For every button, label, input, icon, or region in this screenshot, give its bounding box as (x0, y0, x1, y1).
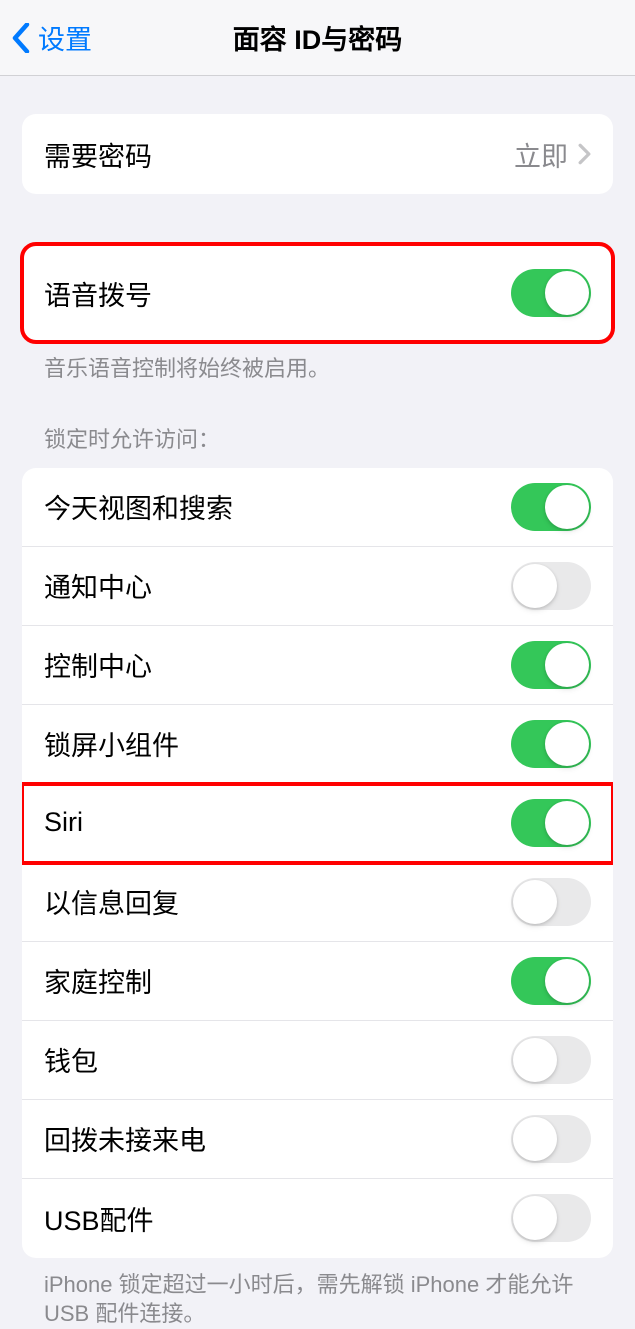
lock-access-row: 以信息回复 (22, 863, 613, 942)
lock-access-toggle[interactable] (511, 720, 591, 768)
toggle-knob (545, 722, 589, 766)
toggle-knob (513, 1117, 557, 1161)
passcode-group: 需要密码 立即 (22, 114, 613, 194)
voice-dial-footnote: 音乐语音控制将始终被启用。 (22, 342, 613, 384)
toggle-knob (513, 1196, 557, 1240)
toggle-knob (545, 959, 589, 1003)
lock-access-group: 今天视图和搜索通知中心控制中心锁屏小组件 Siri 以信息回复家庭控制钱包回拨未接来… (22, 468, 613, 1258)
toggle-knob (545, 801, 589, 845)
toggle-knob (545, 271, 589, 315)
lock-access-toggle[interactable] (511, 878, 591, 926)
nav-bar: 设置 面容 ID与密码 (0, 0, 635, 76)
back-label: 设置 (38, 18, 92, 57)
toggle-knob (545, 485, 589, 529)
lock-access-label: 回拨未接来电 (44, 1119, 206, 1158)
lock-access-label: 以信息回复 (44, 882, 179, 921)
lock-access-toggle[interactable] (511, 957, 591, 1005)
lock-access-toggle[interactable] (511, 799, 591, 847)
voice-dial-label: 语音拨号 (44, 274, 152, 313)
toggle-knob (545, 643, 589, 687)
lock-access-label: 通知中心 (44, 566, 152, 605)
back-button[interactable]: 设置 (0, 18, 92, 57)
voice-dial-row: 语音拨号 (22, 244, 613, 342)
lock-access-toggle[interactable] (511, 641, 591, 689)
lock-access-toggle[interactable] (511, 562, 591, 610)
lock-access-header: 锁定时允许访问： (22, 422, 613, 468)
lock-access-label: 控制中心 (44, 645, 152, 684)
lock-access-row: Siri (22, 784, 613, 863)
toggle-knob (513, 880, 557, 924)
toggle-knob (513, 1038, 557, 1082)
lock-access-label: 家庭控制 (44, 961, 152, 1000)
page-title: 面容 ID与密码 (0, 18, 635, 57)
lock-access-label: 今天视图和搜索 (44, 487, 233, 526)
lock-access-row: 钱包 (22, 1021, 613, 1100)
require-passcode-row[interactable]: 需要密码 立即 (22, 114, 613, 194)
chevron-left-icon (12, 23, 30, 53)
require-passcode-value: 立即 (514, 135, 568, 174)
lock-access-toggle[interactable] (511, 483, 591, 531)
lock-access-row: 今天视图和搜索 (22, 468, 613, 547)
lock-access-row: 锁屏小组件 (22, 705, 613, 784)
toggle-knob (513, 564, 557, 608)
lock-access-label: Siri (44, 807, 83, 838)
lock-access-row: USB配件 (22, 1179, 613, 1258)
lock-access-row: 回拨未接来电 (22, 1100, 613, 1179)
voice-dial-group: 语音拨号 (22, 244, 613, 342)
lock-access-toggle[interactable] (511, 1194, 591, 1242)
lock-access-label: USB配件 (44, 1199, 154, 1238)
lock-access-row: 控制中心 (22, 626, 613, 705)
require-passcode-label: 需要密码 (44, 135, 152, 174)
lock-access-footer: iPhone 锁定超过一小时后，需先解锁 iPhone 才能允许USB 配件连接… (22, 1258, 613, 1329)
lock-access-row: 通知中心 (22, 547, 613, 626)
lock-access-toggle[interactable] (511, 1115, 591, 1163)
lock-access-row: 家庭控制 (22, 942, 613, 1021)
chevron-right-icon (578, 143, 591, 165)
lock-access-label: 钱包 (44, 1040, 98, 1079)
lock-access-label: 锁屏小组件 (44, 724, 179, 763)
lock-access-toggle[interactable] (511, 1036, 591, 1084)
voice-dial-toggle[interactable] (511, 269, 591, 317)
